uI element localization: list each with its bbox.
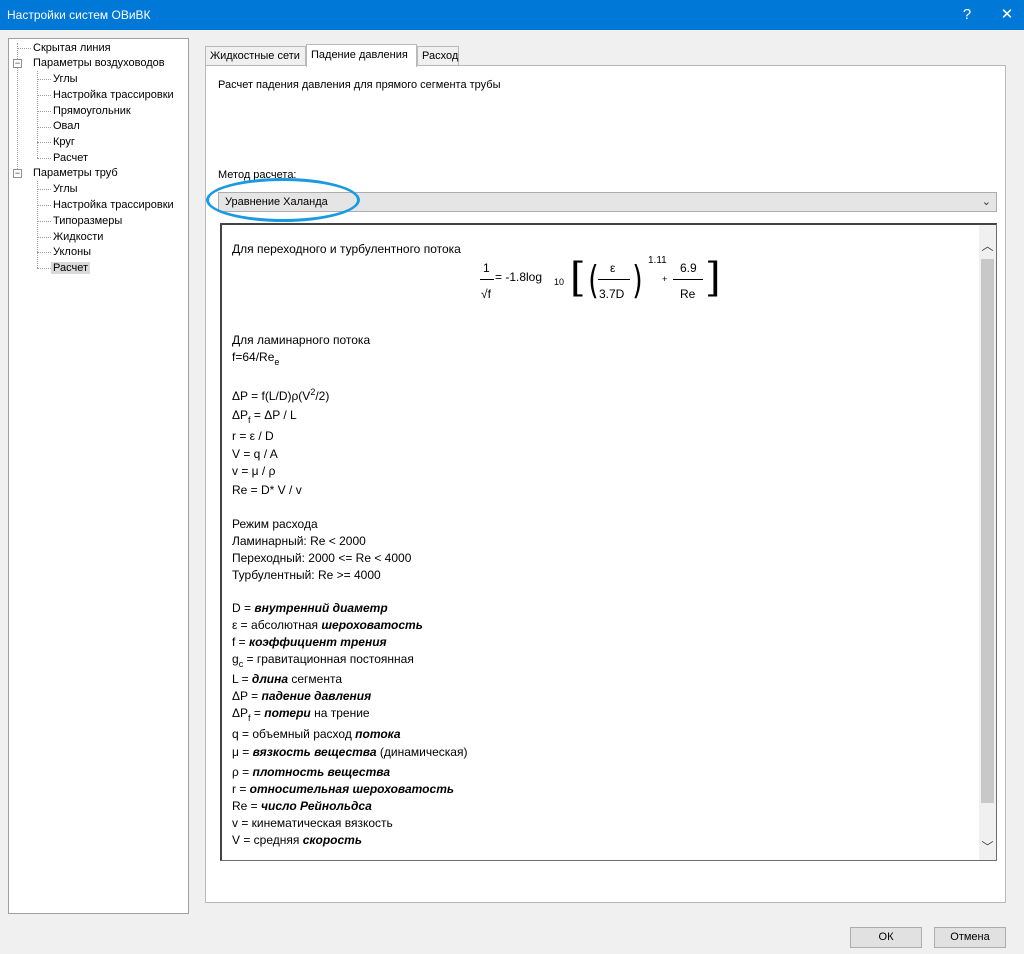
regime-heading: Режим расхода [232, 517, 318, 531]
window-title: Настройки систем ОВиВК [7, 8, 151, 22]
tree-item-pipe-routing[interactable]: Настройка трассировки [53, 198, 174, 213]
legend-gc: gc = гравитационная постоянная [232, 652, 414, 669]
legend-d: D = внутренний диаметр [232, 601, 388, 615]
laminar-formula: f=64/Ree [232, 350, 280, 367]
chevron-down-icon: ⌄ [981, 196, 991, 208]
tree-item-pipe-calculation[interactable]: Расчет [51, 261, 90, 276]
fraction-bar [598, 279, 630, 280]
cancel-button[interactable]: Отмена [934, 927, 1006, 948]
expander-icon[interactable]: − [13, 59, 22, 68]
formula-re: Re = D* V / v [232, 483, 302, 497]
epsilon-symbol: ε [610, 261, 616, 275]
tree-item-duct-routing[interactable]: Настройка трассировки [53, 88, 174, 103]
formula-numerator: 1 [483, 261, 490, 275]
legend-velocity: V = средняя скорость [232, 833, 362, 847]
help-button[interactable]: ? [950, 0, 984, 30]
formula-view: Для переходного и турбулентного потока 1… [220, 223, 997, 861]
right-paren: ) [632, 258, 643, 302]
legend-nu: v = кинематическая вязкость [232, 816, 393, 830]
ok-button[interactable]: ОК [850, 927, 922, 948]
haaland-formula: 1 √f = -1.8log 10 [ ( ε 3.7D ) 1.11 + 6.… [480, 255, 721, 311]
panel-description: Расчет падения давления для прямого сегм… [218, 79, 501, 91]
tree-connector [37, 189, 51, 190]
legend-re: Re = число Рейнольдса [232, 799, 372, 813]
tree-item-hidden-line[interactable]: Скрытая линия [33, 41, 111, 56]
fraction-bar [480, 279, 494, 280]
tree-connector [37, 142, 51, 143]
legend-mu: μ = вязкость вещества (динамическая) [232, 745, 468, 759]
formula-v: V = q / A [232, 447, 278, 461]
formula-6-9: 6.9 [680, 261, 697, 275]
tab-fluid-networks[interactable]: Жидкостные сети [205, 46, 306, 66]
formula-plus: + [662, 274, 668, 284]
tree-connector [37, 158, 51, 159]
regime-laminar: Ламинарный: Re < 2000 [232, 534, 366, 548]
regime-transitional: Переходный: 2000 <= Re < 4000 [232, 551, 412, 565]
scroll-up-icon[interactable]: ︿ [979, 238, 996, 255]
log-base: 10 [554, 277, 565, 287]
formula-3-7d: 3.7D [599, 287, 625, 301]
legend-q: q = объемный расход потока [232, 727, 401, 741]
vertical-scrollbar[interactable]: ︿ ﹀ [979, 225, 996, 860]
tab-pressure-drop[interactable]: Падение давления [306, 44, 417, 67]
tree-item-duct-calculation[interactable]: Расчет [53, 151, 88, 166]
title-bar: Настройки систем ОВиВК ? ✕ [0, 0, 1024, 30]
tree-connector [37, 181, 38, 268]
tree-connector [17, 48, 31, 49]
left-paren: ( [588, 258, 599, 302]
settings-tree[interactable]: − − Скрытая линия Параметры воздуховодов… [8, 38, 189, 914]
formula-equals: = -1.8log [495, 270, 543, 284]
scroll-down-icon[interactable]: ﹀ [979, 839, 996, 856]
legend-rho: ρ = плотность вещества [232, 765, 391, 779]
formula-r: r = ε / D [232, 429, 274, 443]
close-button[interactable]: ✕ [990, 0, 1024, 30]
tree-item-pipe-settings[interactable]: Параметры труб [33, 166, 118, 181]
tree-connector [37, 237, 51, 238]
tab-flow[interactable]: Расход [417, 46, 459, 66]
tree-connector [37, 252, 51, 253]
regime-turbulent: Турбулентный: Re >= 4000 [232, 568, 381, 582]
left-bracket: [ [570, 255, 586, 301]
tree-item-slopes[interactable]: Уклоны [53, 245, 91, 260]
method-label: Метод расчета: [218, 169, 297, 181]
tree-item-duct-settings[interactable]: Параметры воздуховодов [33, 56, 165, 71]
tree-connector [37, 71, 38, 158]
method-value: Уравнение Халанда [225, 196, 328, 208]
turbulent-heading: Для переходного и турбулентного потока [232, 242, 461, 256]
tree-item-pipe-angles[interactable]: Углы [53, 182, 78, 197]
tree-item-rectangle[interactable]: Прямоугольник [53, 104, 131, 119]
legend-l: L = длина сегмента [232, 672, 343, 686]
tree-connector [37, 79, 51, 80]
laminar-heading: Для ламинарного потока [232, 333, 371, 347]
legend-eps: ε = абсолютная шероховатость [232, 618, 423, 632]
tree-connector [37, 95, 51, 96]
tree-connector [37, 268, 51, 269]
right-bracket: ] [705, 255, 721, 301]
tree-item-sizes[interactable]: Типоразмеры [53, 214, 122, 229]
tree-connector [37, 205, 51, 206]
formula-exponent: 1.11 [648, 255, 667, 266]
tree-connector [37, 127, 51, 128]
tree-item-fluids[interactable]: Жидкости [53, 230, 103, 245]
legend-f: f = коэффициент трения [232, 635, 387, 649]
formula-dp: ΔP = f(L/D)ρ(V2/2) [232, 387, 330, 403]
formula-re: Re [680, 287, 696, 301]
tree-connector [37, 111, 51, 112]
legend-dp: ΔP = падение давления [232, 689, 372, 703]
tree-item-oval[interactable]: Овал [53, 119, 80, 134]
method-dropdown[interactable]: Уравнение Халанда ⌄ [218, 192, 997, 212]
pressure-drop-panel: Расчет падения давления для прямого сегм… [205, 65, 1006, 903]
tree-item-duct-angles[interactable]: Углы [53, 72, 78, 87]
expander-icon[interactable]: − [13, 169, 22, 178]
formula-dpf: ΔPf = ΔP / L [232, 408, 297, 425]
tree-item-round[interactable]: Круг [53, 135, 75, 150]
tree-connector [37, 221, 51, 222]
legend-r: r = относительная шероховатость [232, 782, 454, 796]
legend-dpf: ΔPf = потери на трение [232, 706, 370, 723]
scroll-thumb[interactable] [981, 259, 994, 803]
fraction-bar [673, 279, 703, 280]
formula-denominator: √f [481, 287, 491, 301]
formula-nu: v = μ / ρ [232, 464, 276, 478]
